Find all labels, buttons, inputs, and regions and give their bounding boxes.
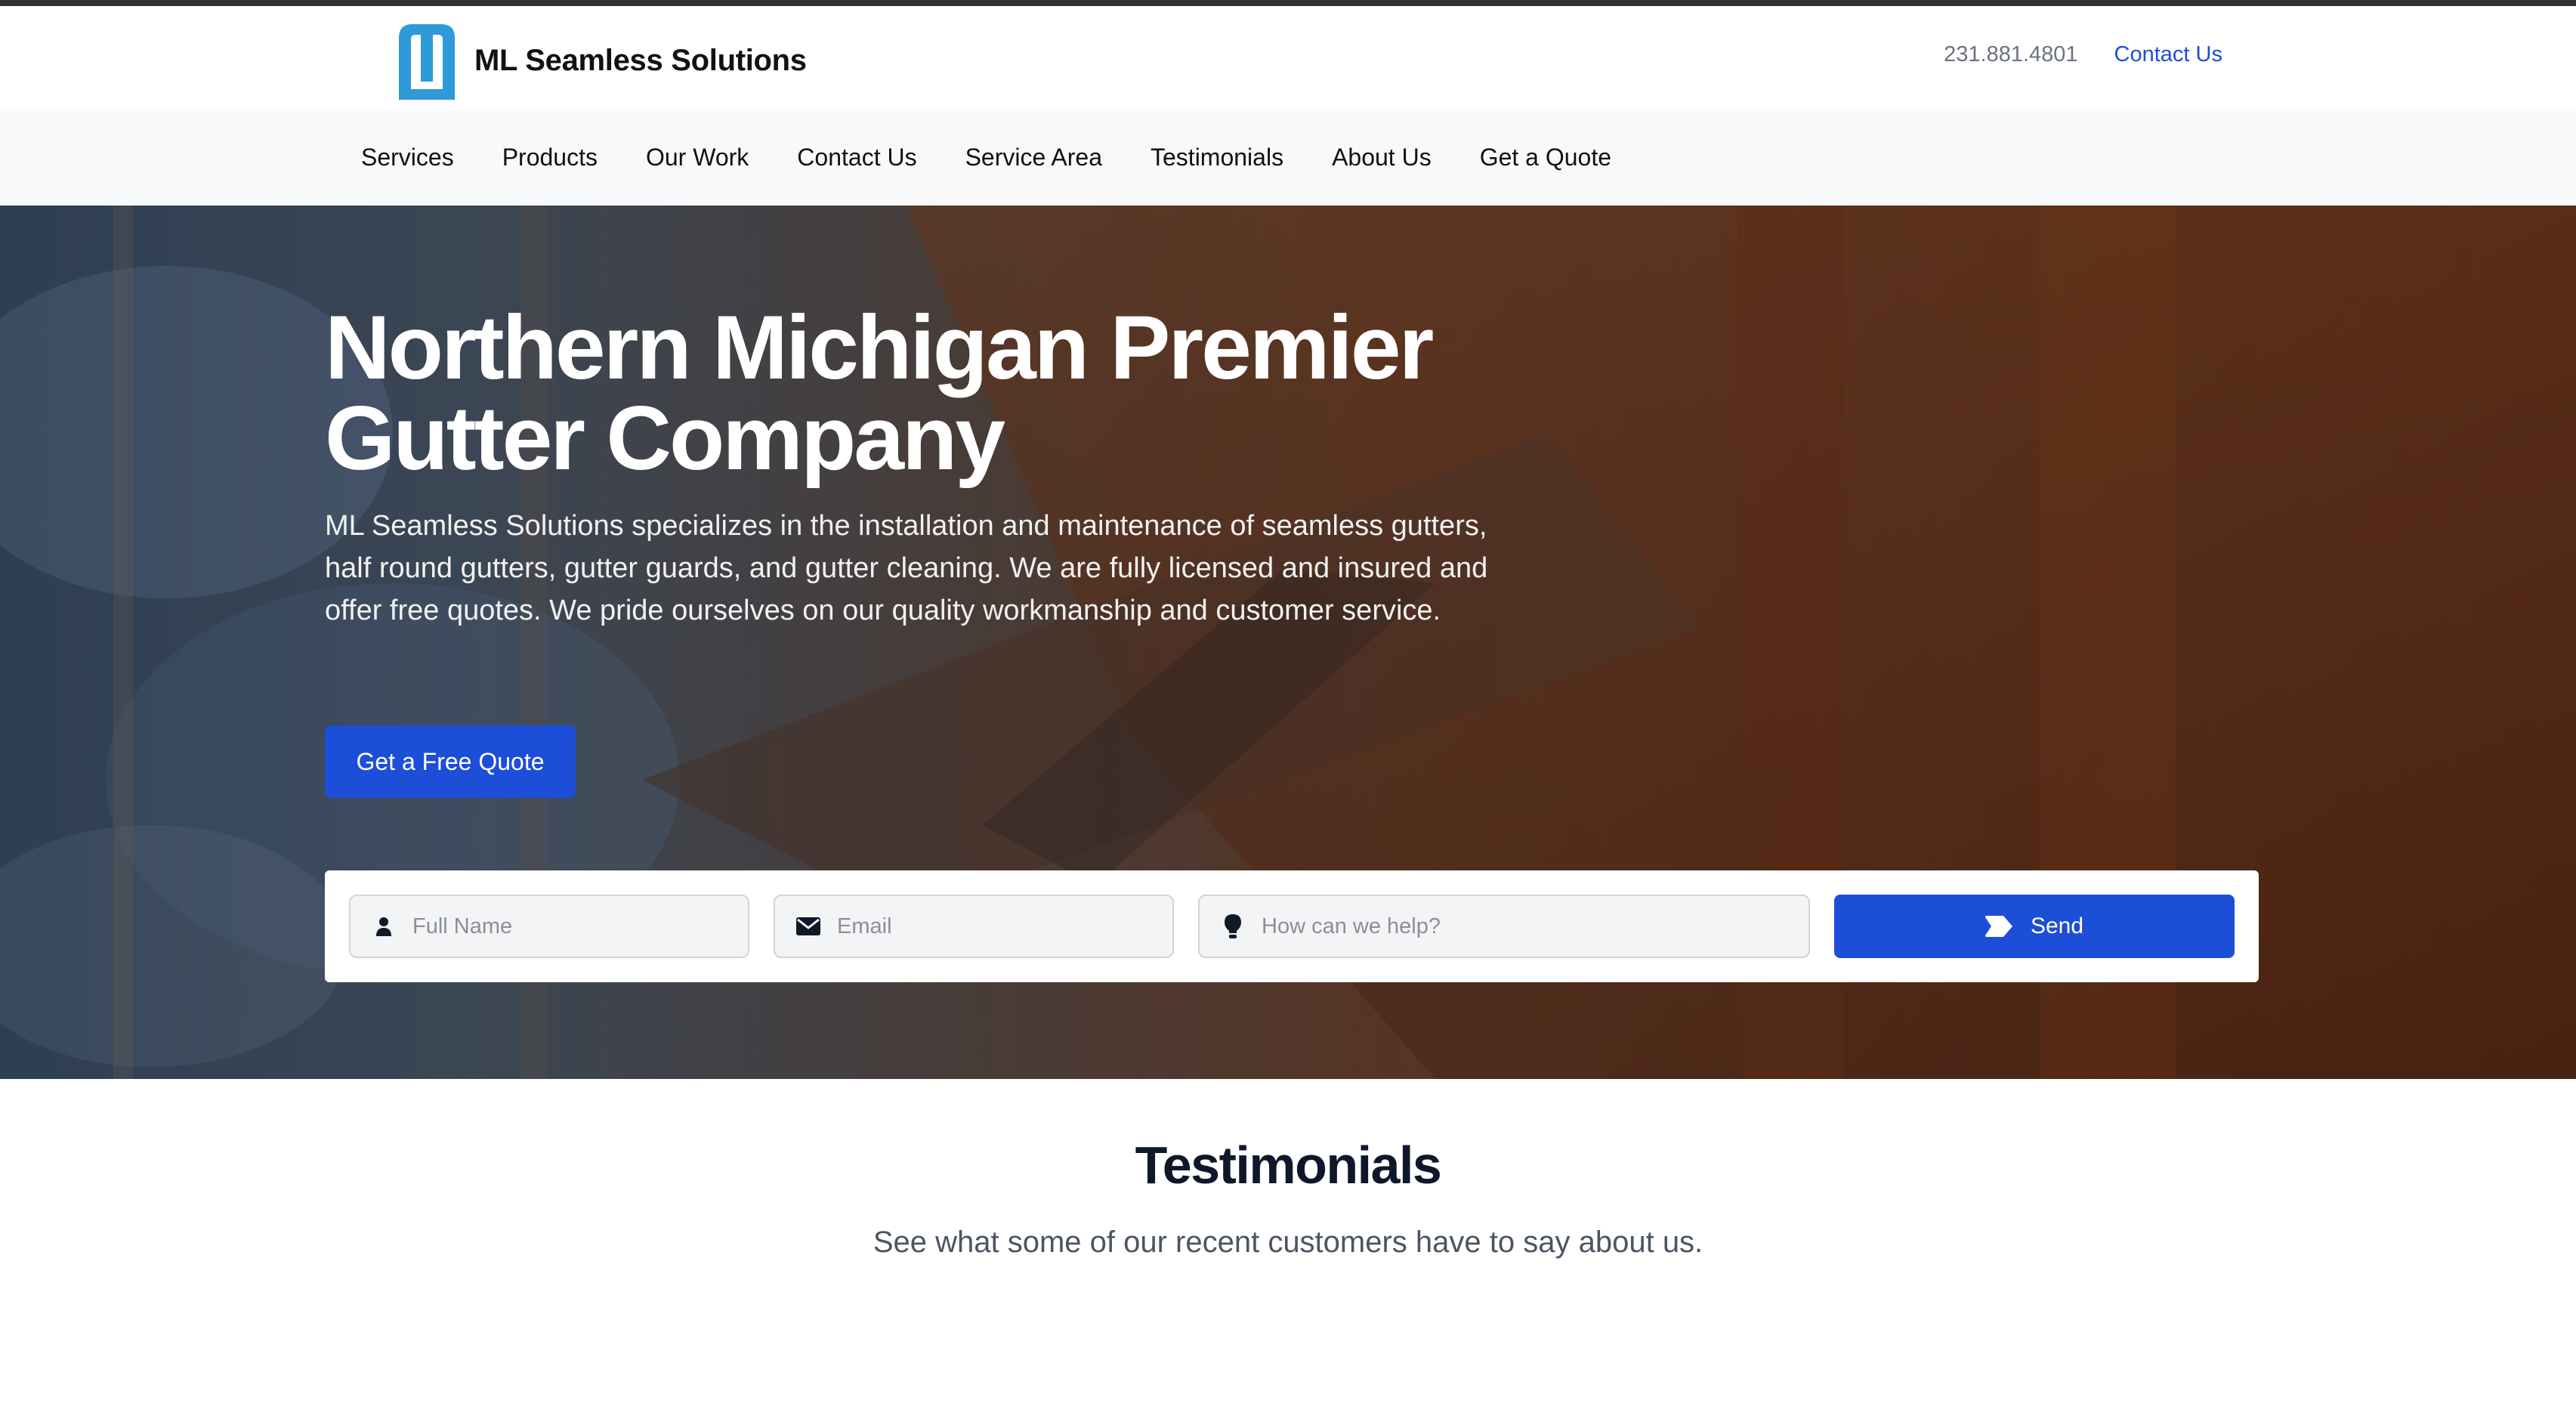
- nav-item-get-a-quote[interactable]: Get a Quote: [1480, 144, 1611, 172]
- lightbulb-icon: [1221, 914, 1245, 938]
- email-field[interactable]: [774, 895, 1174, 958]
- brand-name: ML Seamless Solutions: [474, 43, 807, 77]
- help-message-input[interactable]: [1262, 913, 1732, 939]
- full-name-input[interactable]: [412, 913, 714, 939]
- help-message-field[interactable]: [1198, 895, 1810, 958]
- site-header: ML Seamless Solutions 231.881.4801 Conta…: [0, 6, 2576, 109]
- tag-icon: [1985, 915, 2012, 938]
- header-contact-link[interactable]: Contact Us: [2114, 42, 2222, 67]
- get-free-quote-button[interactable]: Get a Free Quote: [325, 725, 576, 798]
- hero-description: ML Seamless Solutions specializes in the…: [325, 510, 1488, 626]
- send-button[interactable]: Send: [1834, 895, 2235, 958]
- nav-item-contact-us[interactable]: Contact Us: [797, 144, 916, 172]
- testimonials-subtitle: See what some of our recent customers ha…: [873, 1226, 1703, 1259]
- testimonials-section: Testimonials See what some of our recent…: [0, 1079, 2576, 1422]
- hero-title: Northern Michigan Premier Gutter Company: [325, 297, 1434, 489]
- email-input[interactable]: [837, 913, 1138, 939]
- testimonials-title: Testimonials: [1135, 1136, 1442, 1195]
- nav-item-service-area[interactable]: Service Area: [965, 144, 1102, 172]
- full-name-field[interactable]: [349, 895, 749, 958]
- nav-item-products[interactable]: Products: [502, 144, 598, 172]
- header-contact-group: 231.881.4801 Contact Us: [1944, 42, 2222, 67]
- nav-item-about-us[interactable]: About Us: [1332, 144, 1432, 172]
- user-icon: [372, 914, 396, 938]
- quick-contact-form: Send: [325, 870, 2259, 982]
- nav-item-services[interactable]: Services: [361, 144, 454, 172]
- nav-item-our-work[interactable]: Our Work: [646, 144, 749, 172]
- nav-item-testimonials[interactable]: Testimonials: [1151, 144, 1283, 172]
- hero-section: Northern Michigan Premier Gutter Company…: [0, 206, 2576, 1079]
- main-nav: Services Products Our Work Contact Us Se…: [0, 109, 2576, 206]
- top-accent-bar: [0, 0, 2576, 6]
- m-logo-icon: [399, 24, 455, 100]
- phone-number[interactable]: 231.881.4801: [1944, 42, 2077, 67]
- envelope-icon: [796, 914, 820, 938]
- brand-logo[interactable]: ML Seamless Solutions: [396, 21, 807, 100]
- send-button-label: Send: [2030, 913, 2084, 938]
